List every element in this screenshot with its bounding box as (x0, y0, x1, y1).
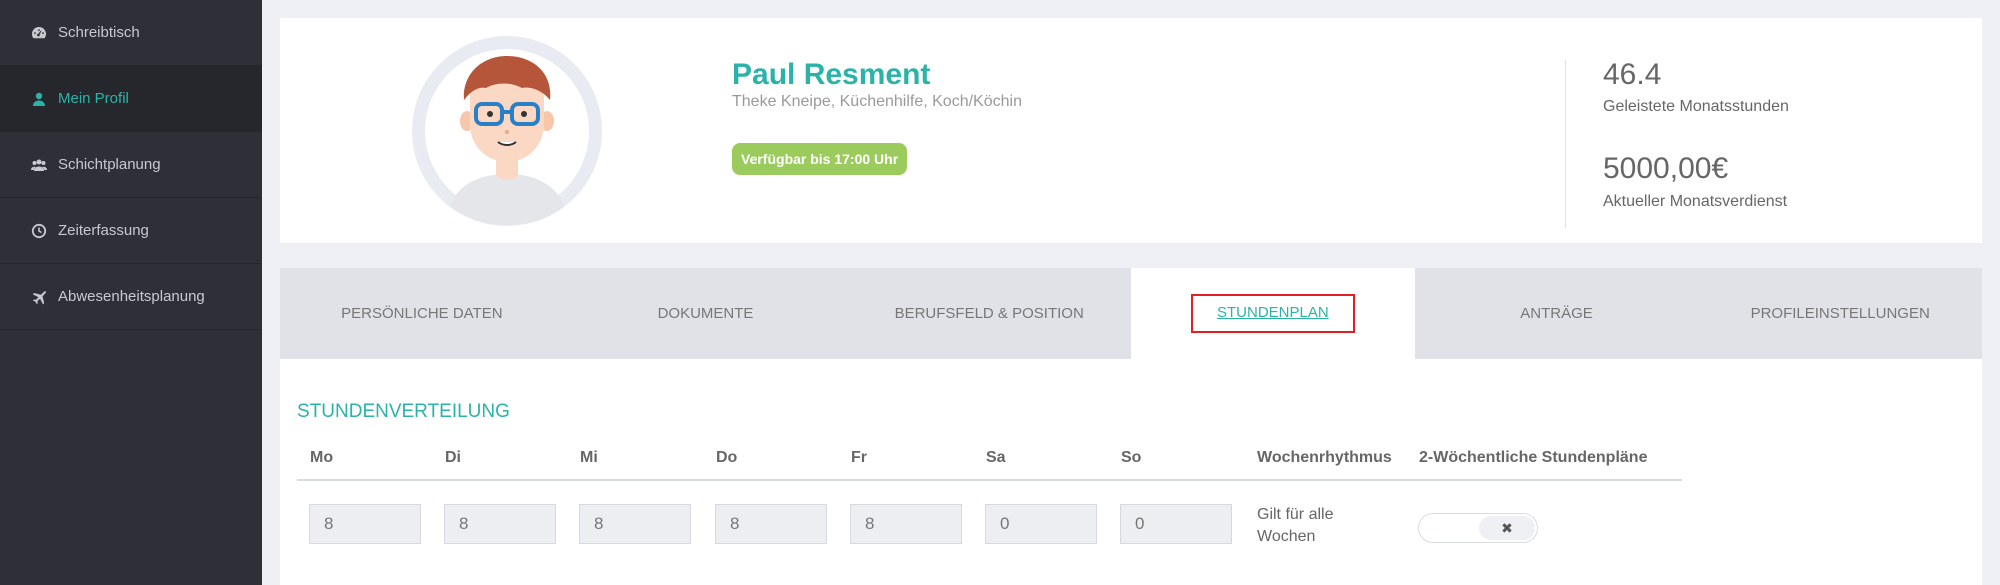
sidebar-item-label: Zeiterfassung (58, 222, 149, 239)
rhythm-header: Wochenrhythmus (1257, 449, 1392, 466)
close-icon: ✖ (1479, 516, 1535, 540)
day-header-di: Di (445, 449, 461, 466)
tab-label: BERUFSFELD & POSITION (894, 305, 1084, 322)
day-header-mo: Mo (310, 449, 334, 466)
monthly-hours-label: Geleistete Monatsstunden (1603, 98, 1789, 115)
tab-label: ANTRÄGE (1520, 305, 1593, 322)
hours-input-do[interactable]: 8 (715, 504, 827, 544)
profile-name: Paul Resment (732, 58, 931, 91)
day-header-mi: Mi (580, 449, 598, 466)
plane-icon (30, 288, 48, 306)
tab-label: DOKUMENTE (657, 305, 754, 322)
hours-input-mo[interactable]: 8 (309, 504, 421, 544)
monthly-hours-value: 46.4 (1603, 58, 1662, 91)
hours-input-mi[interactable]: 8 (579, 504, 691, 544)
sidebar-item-label: Schreibtisch (58, 24, 140, 41)
users-icon (30, 156, 48, 174)
day-header-sa: Sa (986, 449, 1006, 466)
hours-input-so[interactable]: 0 (1120, 504, 1232, 544)
day-header-fr: Fr (851, 449, 867, 466)
day-header-do: Do (716, 449, 738, 466)
day-header-so: So (1121, 449, 1142, 466)
tab-dokumente[interactable]: DOKUMENTE (564, 268, 848, 359)
sidebar-item-abwesenheitsplanung[interactable]: Abwesenheitsplanung (0, 264, 262, 330)
tab-berufsfeld-position[interactable]: BERUFSFELD & POSITION (847, 268, 1131, 359)
sidebar-item-mein-profil[interactable]: Mein Profil (0, 66, 262, 132)
hours-table-header: Mo Di Mi Do Fr Sa So Wochenrhythmus 2-Wö… (297, 449, 1682, 481)
profile-tabs: PERSÖNLICHE DATEN DOKUMENTE BERUFSFELD &… (280, 268, 1982, 359)
tab-label: PERSÖNLICHE DATEN (341, 305, 503, 322)
profile-roles: Theke Kneipe, Küchenhilfe, Koch/Köchin (732, 93, 1022, 110)
clock-icon (30, 222, 48, 240)
tab-profileinstellungen[interactable]: PROFILEINSTELLUNGEN (1698, 268, 1982, 359)
hours-input-di[interactable]: 8 (444, 504, 556, 544)
rhythm-value: Gilt für alle Wochen (1257, 506, 1334, 545)
sidebar-item-label: Abwesenheitsplanung (58, 288, 205, 305)
avatar-illustration (412, 36, 602, 226)
tab-label: STUNDENPLAN (1191, 294, 1355, 333)
schedule-panel: STUNDENVERTEILUNG Mo Di Mi Do Fr Sa So W… (280, 359, 1982, 585)
section-title: STUNDENVERTEILUNG (297, 401, 510, 422)
user-icon (30, 90, 48, 108)
avatar (412, 36, 602, 226)
stats-divider (1565, 60, 1566, 228)
sidebar-item-label: Mein Profil (58, 90, 129, 107)
sidebar-item-schichtplanung[interactable]: Schichtplanung (0, 132, 262, 198)
dashboard-icon (30, 24, 48, 42)
availability-badge: Verfügbar bis 17:00 Uhr (732, 143, 908, 175)
tab-stundenplan[interactable]: STUNDENPLAN (1131, 268, 1415, 359)
sidebar-item-zeiterfassung[interactable]: Zeiterfassung (0, 198, 262, 264)
tab-antraege[interactable]: ANTRÄGE (1415, 268, 1699, 359)
tab-persoenliche-daten[interactable]: PERSÖNLICHE DATEN (280, 268, 564, 359)
monthly-earnings-value: 5000,00€ (1603, 152, 1729, 185)
sidebar-item-label: Schichtplanung (58, 156, 161, 173)
monthly-earnings-label: Aktueller Monatsverdienst (1603, 193, 1788, 210)
profile-card: Paul Resment Theke Kneipe, Küchenhilfe, … (280, 18, 1982, 243)
sidebar-item-schreibtisch[interactable]: Schreibtisch (0, 0, 262, 66)
hours-input-sa[interactable]: 0 (985, 504, 1097, 544)
biweekly-toggle[interactable]: ✖ (1418, 513, 1538, 543)
sidebar: Schreibtisch Mein Profil Schichtplanung … (0, 0, 262, 585)
hours-input-fr[interactable]: 8 (850, 504, 962, 544)
tab-label: PROFILEINSTELLUNGEN (1750, 305, 1930, 322)
biweekly-header: 2-Wöchentliche Stundenpläne (1419, 449, 1648, 466)
